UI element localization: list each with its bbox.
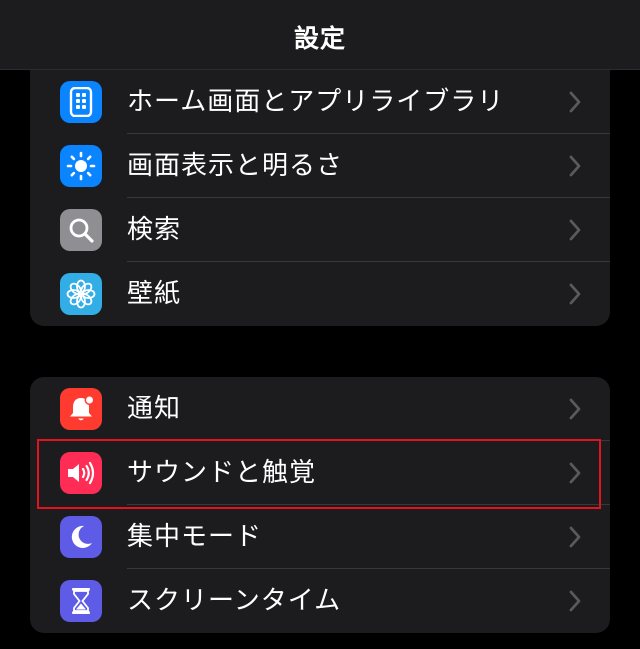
speaker-icon <box>60 452 102 494</box>
settings-row-label: 画面表示と明るさ <box>127 151 344 181</box>
settings-row-display-brightness[interactable]: 画面表示と明るさ <box>30 134 610 198</box>
settings-row-label: ホーム画面とアプリライブラリ <box>127 87 505 117</box>
hourglass-icon <box>60 580 102 622</box>
settings-row-sounds-haptics[interactable]: サウンドと触覚 <box>30 441 610 505</box>
settings-row-label: サウンドと触覚 <box>127 458 317 488</box>
chevron-right-icon <box>569 462 581 484</box>
settings-row-label: 壁紙 <box>127 279 182 309</box>
home-screen-icon <box>60 81 102 123</box>
chevron-right-icon <box>569 155 581 177</box>
settings-row-screen-time[interactable]: スクリーンタイム <box>30 569 610 633</box>
moon-icon <box>60 516 102 558</box>
settings-row-search[interactable]: 検索 <box>30 198 610 262</box>
chevron-right-icon <box>569 219 581 241</box>
settings-row-label: スクリーンタイム <box>127 586 342 616</box>
search-icon <box>60 209 102 251</box>
chevron-right-icon <box>569 91 581 113</box>
settings-row-home-screen[interactable]: ホーム画面とアプリライブラリ <box>30 70 610 134</box>
settings-row-notifications[interactable]: 通知 <box>30 377 610 441</box>
flower-icon <box>60 273 102 315</box>
settings-row-label: 集中モード <box>127 522 263 552</box>
sun-icon <box>60 145 102 187</box>
settings-group-notifications: 通知 サウンドと触覚 集中モード スクリーンタイム <box>30 377 610 633</box>
settings-group-display: ホーム画面とアプリライブラリ 画面表示と明るさ 検索 壁紙 <box>30 40 610 326</box>
settings-row-focus[interactable]: 集中モード <box>30 505 610 569</box>
settings-row-wallpaper[interactable]: 壁紙 <box>30 262 610 326</box>
settings-screen: 設定 ホーム画面とアプリライブラリ 画面表示と明るさ 検索 壁紙 通知 サウンド… <box>0 0 640 649</box>
chevron-right-icon <box>569 526 581 548</box>
bell-icon <box>60 388 102 430</box>
chevron-right-icon <box>569 398 581 420</box>
chevron-right-icon <box>569 283 581 305</box>
navigation-bar: 設定 <box>0 0 640 70</box>
chevron-right-icon <box>569 590 581 612</box>
page-title: 設定 <box>293 23 346 53</box>
settings-row-label: 通知 <box>127 394 182 424</box>
settings-row-label: 検索 <box>127 215 182 245</box>
